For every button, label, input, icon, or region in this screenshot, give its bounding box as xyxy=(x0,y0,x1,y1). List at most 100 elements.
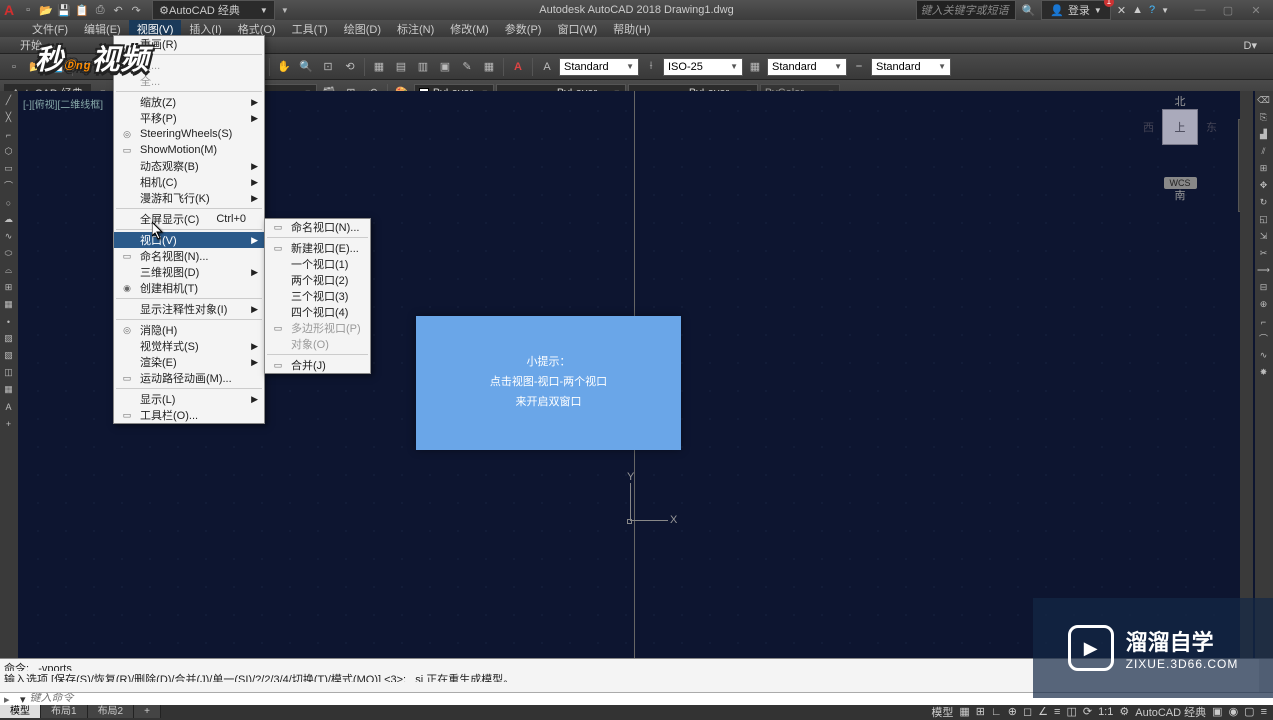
close-button[interactable]: ✕ xyxy=(1243,2,1269,18)
sheet-icon[interactable]: ▣ xyxy=(435,57,455,77)
help-search-input[interactable]: 键入关键字或短语 xyxy=(916,0,1016,20)
fillet-icon[interactable]: ⌒ xyxy=(1256,331,1271,346)
menu-modify[interactable]: 修改(M) xyxy=(442,20,497,37)
menu-draw[interactable]: 绘图(D) xyxy=(336,20,389,37)
redo-icon[interactable]: ↷ xyxy=(128,2,144,18)
menu-item[interactable]: 缩放(Z)▶ xyxy=(114,94,264,110)
xline-icon[interactable]: ╳ xyxy=(1,110,16,125)
zoom-prev-icon[interactable]: ⟲ xyxy=(340,57,360,77)
menu-item[interactable]: ▭新建视口(E)... xyxy=(265,240,370,256)
menu-item[interactable]: ▭命名视图(N)... xyxy=(114,248,264,264)
menu-item[interactable]: 漫游和飞行(K)▶ xyxy=(114,190,264,206)
block-icon[interactable]: ▦ xyxy=(1,297,16,312)
insert-icon[interactable]: ⊞ xyxy=(1,280,16,295)
menu-item[interactable]: 显示(L)▶ xyxy=(114,391,264,407)
open-icon[interactable]: 📂 xyxy=(38,2,54,18)
maximize-button[interactable]: ▢ xyxy=(1215,2,1241,18)
new-icon[interactable]: ▫ xyxy=(4,57,24,77)
menu-item[interactable]: 渲染(E)▶ xyxy=(114,354,264,370)
menu-item[interactable]: 对象(O) xyxy=(265,336,370,352)
properties-icon[interactable]: ▦ xyxy=(369,57,389,77)
plot-icon[interactable]: ⎙ xyxy=(77,57,97,77)
menu-item[interactable]: ▭ShowMotion(M) xyxy=(114,142,264,158)
cycling-toggle-icon[interactable]: ⟳ xyxy=(1083,705,1092,718)
region-icon[interactable]: ◫ xyxy=(1,365,16,380)
erase-icon[interactable]: ⌫ xyxy=(1256,93,1271,108)
polygon-icon[interactable]: ⬡ xyxy=(1,144,16,159)
menu-item[interactable]: 相机(C)▶ xyxy=(114,174,264,190)
spline-icon[interactable]: ∿ xyxy=(1,229,16,244)
rect-icon[interactable]: ▭ xyxy=(1,161,16,176)
viewcube-west[interactable]: 西 xyxy=(1143,119,1154,135)
menu-item[interactable]: ▭合并(J) xyxy=(265,357,370,373)
polar-toggle-icon[interactable]: ⊕ xyxy=(1008,705,1017,718)
view-cube[interactable]: 北 上 西 东 南 WCS xyxy=(1135,105,1225,189)
menu-item[interactable]: 一个视口(1) xyxy=(265,256,370,272)
menu-item[interactable]: 平移(P)▶ xyxy=(114,110,264,126)
viewcube-north[interactable]: 北 xyxy=(1175,93,1186,109)
menu-item[interactable]: ▭工具栏(O)... xyxy=(114,407,264,423)
text-a-icon[interactable]: A xyxy=(508,57,528,77)
menu-item[interactable]: ▭命名视口(N)... xyxy=(265,219,370,235)
ellipse-icon[interactable]: ⬭ xyxy=(1,246,16,261)
menu-file[interactable]: 文件(F) xyxy=(24,20,76,37)
tab-add[interactable]: + xyxy=(134,705,161,718)
extend-icon[interactable]: ⟶ xyxy=(1256,263,1271,278)
menu-window[interactable]: 窗口(W) xyxy=(549,20,605,37)
arc-icon[interactable]: ⌒ xyxy=(1,178,16,193)
isolate-icon[interactable]: ▣ xyxy=(1212,705,1222,718)
mtext-icon[interactable]: A xyxy=(1,399,16,414)
style-text-icon[interactable]: A xyxy=(537,57,557,77)
workspace-selector[interactable]: ⚙ AutoCAD 经典 ▼ xyxy=(152,0,275,20)
menu-item[interactable]: ◎SteeringWheels(S) xyxy=(114,126,264,142)
osnap-toggle-icon[interactable]: ◻ xyxy=(1023,705,1032,718)
lineweight-toggle-icon[interactable]: ≡ xyxy=(1054,706,1060,718)
ortho-toggle-icon[interactable]: ∟ xyxy=(991,706,1002,718)
snap-toggle-icon[interactable]: ⊞ xyxy=(976,705,985,718)
offset-icon[interactable]: ⫽ xyxy=(1256,144,1271,159)
save-icon[interactable]: 💾 xyxy=(48,57,68,77)
menu-item[interactable]: 全屏显示(C)Ctrl+0 xyxy=(114,211,264,227)
annotation-scale[interactable]: 1:1 xyxy=(1098,706,1113,718)
menu-item[interactable]: ◉创建相机(T) xyxy=(114,280,264,296)
tool-palette-icon[interactable]: ▥ xyxy=(413,57,433,77)
login-button[interactable]: 👤 登录 ▼ xyxy=(1041,0,1111,20)
point-icon[interactable]: • xyxy=(1,314,16,329)
circle-icon[interactable]: ○ xyxy=(1,195,16,210)
gear-icon[interactable]: ⚙ xyxy=(1119,705,1129,718)
ribbon-tab-start[interactable]: 开始 xyxy=(10,37,52,53)
menu-help[interactable]: 帮助(H) xyxy=(605,20,658,37)
markup-icon[interactable]: ✎ xyxy=(457,57,477,77)
menu-param[interactable]: 参数(P) xyxy=(497,20,550,37)
viewcube-south[interactable]: 南 xyxy=(1175,187,1186,203)
copy-icon[interactable]: ⎘ xyxy=(1256,110,1271,125)
hatch-icon[interactable]: ▨ xyxy=(1,331,16,346)
table-icon[interactable]: ▦ xyxy=(1,382,16,397)
chevron-down-icon[interactable]: ▼ xyxy=(1161,6,1169,15)
exchange-icon[interactable]: ✕ xyxy=(1117,4,1126,17)
stretch-icon[interactable]: ⇲ xyxy=(1256,229,1271,244)
transparency-toggle-icon[interactable]: ◫ xyxy=(1066,705,1076,718)
menu-item[interactable]: ◎消隐(H) xyxy=(114,322,264,338)
break-icon[interactable]: ⊟ xyxy=(1256,280,1271,295)
pline-icon[interactable]: ⌐ xyxy=(1,127,16,142)
menu-item[interactable]: 全... xyxy=(114,73,264,89)
dim-style-dropdown[interactable]: ISO-25▼ xyxy=(663,58,743,76)
calc-icon[interactable]: ▦ xyxy=(479,57,499,77)
menu-item[interactable]: 视觉样式(S)▶ xyxy=(114,338,264,354)
menu-item[interactable]: ▭运动路径动画(M)... xyxy=(114,370,264,386)
menu-item[interactable]: 重... xyxy=(114,57,264,73)
qat-more-icon[interactable]: ▼ xyxy=(277,2,293,18)
style-dim-icon[interactable]: ⟊ xyxy=(641,57,661,77)
viewcube-face[interactable]: 上 西 东 xyxy=(1162,109,1198,145)
menu-item[interactable]: 重画(R) xyxy=(114,36,264,52)
menu-item[interactable]: 两个视口(2) xyxy=(265,272,370,288)
dcenter-icon[interactable]: ▤ xyxy=(391,57,411,77)
a360-icon[interactable]: ▲ xyxy=(1132,4,1143,16)
customize-icon[interactable]: ≡ xyxy=(1261,706,1267,718)
menu-tools[interactable]: 工具(T) xyxy=(284,20,336,37)
ribbon-collapse-icon[interactable]: D▾ xyxy=(1234,39,1267,52)
tab-layout1[interactable]: 布局1 xyxy=(41,705,88,718)
menu-dimension[interactable]: 标注(N) xyxy=(389,20,442,37)
vertical-scrollbar[interactable] xyxy=(1240,91,1253,658)
